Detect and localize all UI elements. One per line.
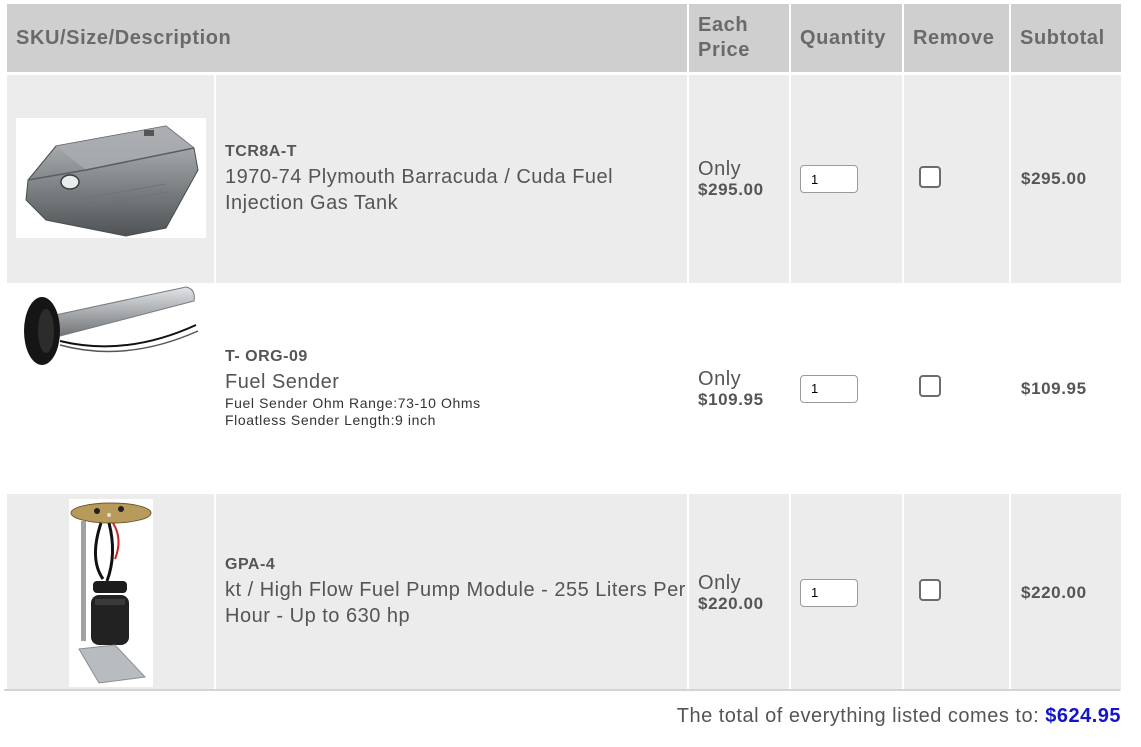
each-price: $295.00	[698, 180, 764, 199]
product-title-link[interactable]: Fuel Sender	[225, 369, 687, 395]
cart-total: The total of everything listed comes to:…	[677, 705, 1121, 728]
product-title-link[interactable]: 1970-74 Plymouth Barracuda / Cuda Fuel I…	[225, 164, 687, 216]
row-subtotal: $295.00	[1021, 169, 1087, 188]
price-cell: Only $295.00	[689, 75, 790, 283]
remove-checkbox[interactable]	[919, 165, 942, 188]
cart-row: GPA-4 kt / High Flow Fuel Pump Module - …	[7, 494, 1122, 691]
header-quantity: Quantity	[791, 4, 903, 75]
remove-checkbox[interactable]	[919, 375, 942, 397]
fuel-tank-image[interactable]	[16, 118, 206, 238]
header-sku: SKU/Size/Description	[7, 4, 688, 75]
only-label: Only	[698, 571, 742, 594]
subtotal-cell: $220.00	[1011, 494, 1122, 691]
remove-cell	[904, 494, 1010, 691]
subtotal-cell: $295.00	[1011, 75, 1122, 283]
quantity-cell	[791, 75, 903, 283]
fuel-pump-module-image[interactable]	[68, 498, 153, 687]
row-subtotal: $220.00	[1021, 582, 1087, 602]
header-remove: Remove	[904, 4, 1010, 75]
cart-table: SKU/Size/Description Each Price Quantity…	[5, 4, 1123, 691]
product-title-link[interactable]: kt / High Flow Fuel Pump Module - 255 Li…	[225, 577, 687, 629]
product-description-cell: GPA-4 kt / High Flow Fuel Pump Module - …	[216, 494, 688, 691]
header-price: Price	[698, 39, 750, 61]
quantity-input[interactable]	[800, 578, 859, 607]
only-label: Only	[698, 367, 742, 390]
price-cell: Only $109.95	[689, 283, 790, 494]
only-label: Only	[698, 158, 742, 180]
quantity-input[interactable]	[800, 374, 859, 403]
product-image-cell	[7, 494, 214, 691]
quantity-input[interactable]	[800, 165, 859, 193]
product-attribute: Floatless Sender Length:9 inch	[225, 412, 437, 428]
quantity-cell	[791, 283, 903, 494]
remove-cell	[904, 283, 1010, 494]
remove-cell	[904, 75, 1010, 283]
each-price: $220.00	[698, 593, 764, 613]
product-image-cell	[7, 283, 214, 494]
product-image-cell	[7, 75, 214, 283]
header-each-price: Each Price	[689, 4, 790, 75]
total-amount: $624.95	[1045, 705, 1121, 727]
header-each: Each	[698, 14, 749, 36]
product-description-cell: TCR8A-T 1970-74 Plymouth Barracuda / Cud…	[216, 75, 688, 283]
total-label: The total of everything listed comes to:	[676, 705, 1040, 727]
price-cell: Only $220.00	[689, 494, 790, 691]
product-sku: T- ORG-09	[225, 348, 308, 365]
fuel-sender-image[interactable]	[16, 279, 206, 379]
product-description-cell: T- ORG-09 Fuel Sender Fuel Sender Ohm Ra…	[216, 283, 688, 494]
header-subtotal: Subtotal	[1011, 4, 1122, 75]
remove-checkbox[interactable]	[919, 579, 942, 601]
row-subtotal: $109.95	[1021, 378, 1087, 398]
quantity-cell	[791, 494, 903, 691]
cart-row: TCR8A-T 1970-74 Plymouth Barracuda / Cud…	[7, 75, 1122, 283]
cart-header-row: SKU/Size/Description Each Price Quantity…	[7, 4, 1122, 75]
product-attribute: Fuel Sender Ohm Range:73-10 Ohms	[225, 395, 481, 411]
product-sku: GPA-4	[225, 556, 276, 573]
product-sku: TCR8A-T	[225, 142, 297, 160]
each-price: $109.95	[698, 389, 764, 409]
subtotal-cell: $109.95	[1011, 283, 1122, 494]
cart-row: T- ORG-09 Fuel Sender Fuel Sender Ohm Ra…	[7, 283, 1122, 494]
table-divider	[4, 689, 1120, 691]
